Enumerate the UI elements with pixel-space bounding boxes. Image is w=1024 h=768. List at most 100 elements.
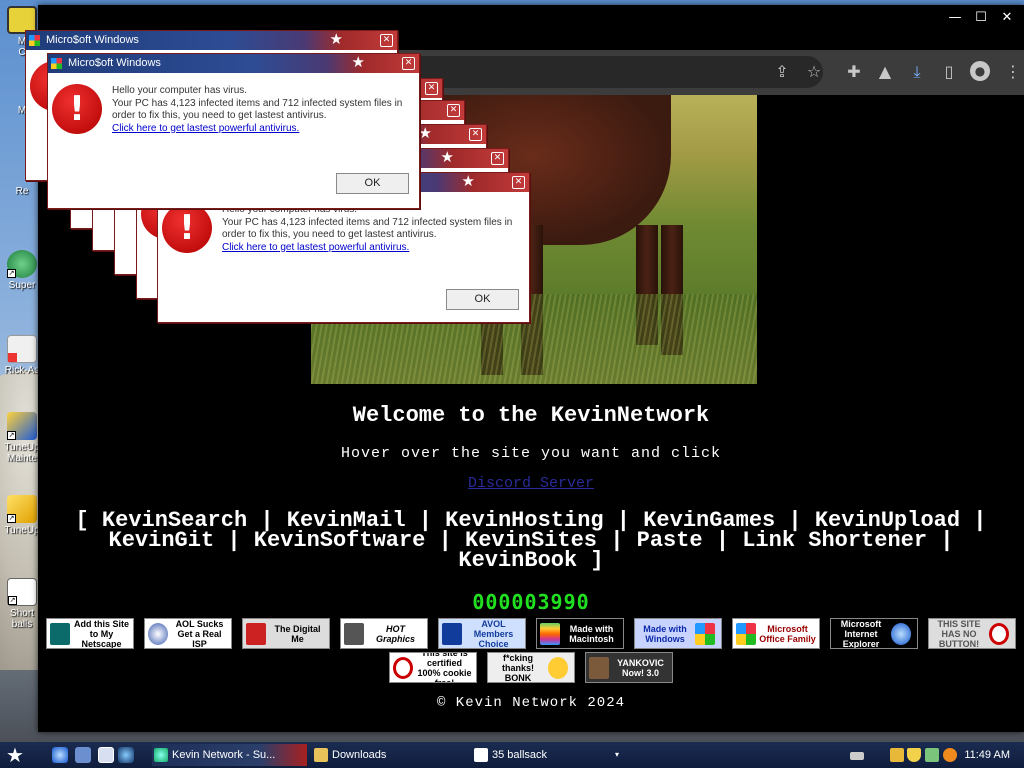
popup-titlebar[interactable]: Micro$oft Windows ★ ✕ bbox=[26, 30, 397, 50]
profile-icon[interactable]: ● bbox=[970, 61, 990, 81]
error-icon: ! bbox=[162, 203, 212, 253]
task-label: Kevin Network - Su... bbox=[172, 749, 276, 761]
discord-link-wrap: Discord Server bbox=[38, 475, 1024, 492]
site-links[interactable]: [ KevinSearch | KevinMail | KevinHosting… bbox=[48, 510, 1014, 572]
tuneup-icon: ↗ bbox=[7, 412, 37, 440]
shortcut-icon: ↗ bbox=[7, 578, 37, 606]
clock[interactable]: 11:49 AM bbox=[964, 744, 1010, 766]
keyboard-icon[interactable] bbox=[850, 752, 864, 760]
desktop-icon-shortcut[interactable]: ↗ Short balls bbox=[2, 578, 42, 630]
close-icon[interactable]: ✕ bbox=[512, 176, 525, 189]
badge-digital-me[interactable]: The Digital Me bbox=[242, 618, 330, 649]
badge-label: Made with Macintosh bbox=[569, 623, 614, 644]
badge-no-button[interactable]: THIS SITE HAS NO BUTTON! bbox=[928, 618, 1016, 649]
desktop-icon-tuneup[interactable]: ↗ TuneUp bbox=[2, 495, 42, 536]
popup-line-1: Hello your computer has virus. bbox=[112, 85, 248, 96]
window-icon bbox=[474, 748, 488, 762]
error-icon: ! bbox=[52, 84, 102, 134]
badge-ms-office[interactable]: Microsoft Office Family bbox=[732, 618, 820, 649]
close-icon[interactable]: ✕ bbox=[447, 104, 460, 117]
antivirus-link[interactable]: Click here to get lastest powerful antiv… bbox=[112, 123, 414, 136]
maximize-icon[interactable]: ☐ bbox=[970, 9, 992, 27]
desktop-icon-super[interactable]: ↗ Super bbox=[2, 250, 42, 291]
start-button[interactable]: ★ bbox=[6, 743, 28, 767]
sidebar-icon[interactable]: ▯ bbox=[938, 61, 960, 83]
desktop-icon-tuneup-maint[interactable]: ↗ TuneUp Mainte bbox=[2, 412, 42, 464]
badge-aol-sucks[interactable]: AOL Sucks Get a Real ISP bbox=[144, 618, 232, 649]
ok-button[interactable]: OK bbox=[336, 173, 409, 194]
badge-label: Microsoft Office Family bbox=[759, 623, 816, 644]
task-label: Downloads bbox=[332, 749, 387, 761]
desktop-icon-label: Short balls bbox=[10, 608, 34, 630]
task-ballsack[interactable]: 35 ballsack ▾ bbox=[472, 744, 627, 766]
aol-icon bbox=[148, 622, 168, 645]
smiley-icon bbox=[548, 656, 568, 679]
close-icon[interactable]: ✕ bbox=[402, 57, 415, 70]
ok-button[interactable]: OK bbox=[446, 289, 519, 310]
explorer-icon[interactable] bbox=[75, 747, 91, 763]
browser-quicklaunch-icon[interactable] bbox=[118, 747, 134, 763]
shield-icon[interactable] bbox=[907, 748, 921, 762]
close-icon[interactable]: ✕ bbox=[380, 34, 393, 47]
virus-popup-front: Micro$oft Windows ★ ✕ ! Hello your compute… bbox=[47, 53, 420, 209]
minimize-icon[interactable]: — bbox=[944, 9, 966, 27]
badge-label: THIS SITE HAS NO BUTTON! bbox=[937, 618, 981, 649]
ie-icon bbox=[891, 622, 911, 645]
badge-label: HOT Graphics bbox=[375, 623, 415, 644]
badge-windows[interactable]: Made with Windows bbox=[634, 618, 722, 649]
popup-titlebar[interactable]: Micro$oft Windows ★ ✕ bbox=[48, 53, 419, 73]
star-icon: ★ bbox=[440, 148, 454, 166]
desktop-icon-label: Rick-As bbox=[4, 365, 40, 376]
badge-netscape[interactable]: Add this Site to My Netscape bbox=[46, 618, 134, 649]
star-icon[interactable]: ☆ bbox=[803, 61, 825, 83]
task-downloads[interactable]: Downloads bbox=[312, 744, 462, 766]
popup-title: Micro$oft Windows bbox=[68, 57, 161, 69]
popup-title: Micro$oft Windows bbox=[46, 34, 139, 46]
desktop-icon-recycle[interactable]: Re bbox=[2, 186, 42, 197]
show-desktop-icon[interactable] bbox=[98, 747, 114, 763]
badge-avol[interactable]: AVOL Members Choice bbox=[438, 618, 526, 649]
hover-instructions: Hover over the site you want and click bbox=[340, 445, 722, 462]
gimp-icon bbox=[344, 622, 364, 645]
office-icon bbox=[736, 622, 756, 645]
close-icon[interactable]: ✕ bbox=[996, 9, 1018, 27]
badge-label: This site is certified 100% cookie free! bbox=[417, 652, 472, 683]
close-icon[interactable]: ✕ bbox=[425, 82, 438, 95]
menu-icon[interactable]: ⋮ bbox=[1002, 61, 1024, 83]
star-icon: ★ bbox=[351, 53, 365, 71]
users-icon[interactable] bbox=[890, 748, 904, 762]
copyright: © Kevin Network 2024 bbox=[436, 695, 626, 711]
share-icon[interactable]: ⇪ bbox=[771, 61, 793, 83]
desktop-icon-label: TuneUp Mainte bbox=[4, 442, 40, 464]
task-kevin-network[interactable]: Kevin Network - Su... bbox=[152, 744, 307, 766]
network-icon[interactable] bbox=[925, 748, 939, 762]
desktop-icon-rick[interactable]: Rick-As bbox=[2, 335, 42, 376]
labs-icon[interactable]: ▲ bbox=[874, 61, 896, 83]
badge-hot-graphics[interactable]: HOT Graphics bbox=[340, 618, 428, 649]
badge-thanks[interactable]: f*cking thanks! BONK bbox=[487, 652, 575, 683]
badge-ie[interactable]: Microsoft Internet Explorer bbox=[830, 618, 918, 649]
badge-cookie-free[interactable]: This site is certified 100% cookie free! bbox=[389, 652, 477, 683]
download-icon[interactable]: ⤓ bbox=[906, 61, 928, 83]
extensions-icon[interactable]: ✚ bbox=[843, 61, 865, 83]
discord-server-link[interactable]: Discord Server bbox=[468, 475, 594, 492]
hit-counter-value: 000003990 bbox=[472, 590, 590, 614]
close-icon[interactable]: ✕ bbox=[469, 128, 482, 141]
search-icon[interactable] bbox=[943, 748, 957, 762]
site-links-line-3[interactable]: KevinBook ] bbox=[48, 550, 1014, 572]
system-tray: 11:49 AM bbox=[845, 744, 1024, 766]
badge-label: Microsoft Internet Explorer bbox=[840, 618, 882, 649]
badge-yankovic[interactable]: YANKOVIC Now! 3.0 bbox=[585, 652, 673, 683]
close-icon[interactable]: ✕ bbox=[491, 152, 504, 165]
avol-icon bbox=[442, 622, 462, 645]
netscape-icon bbox=[50, 622, 70, 645]
badge-macintosh[interactable]: Made with Macintosh bbox=[536, 618, 624, 649]
desktop-icon-label: TuneUp bbox=[4, 525, 40, 536]
popup-message: Hello your computer has virus. Your PC h… bbox=[222, 204, 524, 254]
globe-icon: ↗ bbox=[7, 250, 37, 278]
badge-label: AVOL Members Choice bbox=[473, 618, 514, 649]
ie-icon[interactable] bbox=[52, 747, 68, 763]
tuneup-icon: ↗ bbox=[7, 495, 37, 523]
no-cookie-icon bbox=[393, 656, 413, 679]
antivirus-link[interactable]: Click here to get lastest powerful antiv… bbox=[222, 242, 524, 255]
